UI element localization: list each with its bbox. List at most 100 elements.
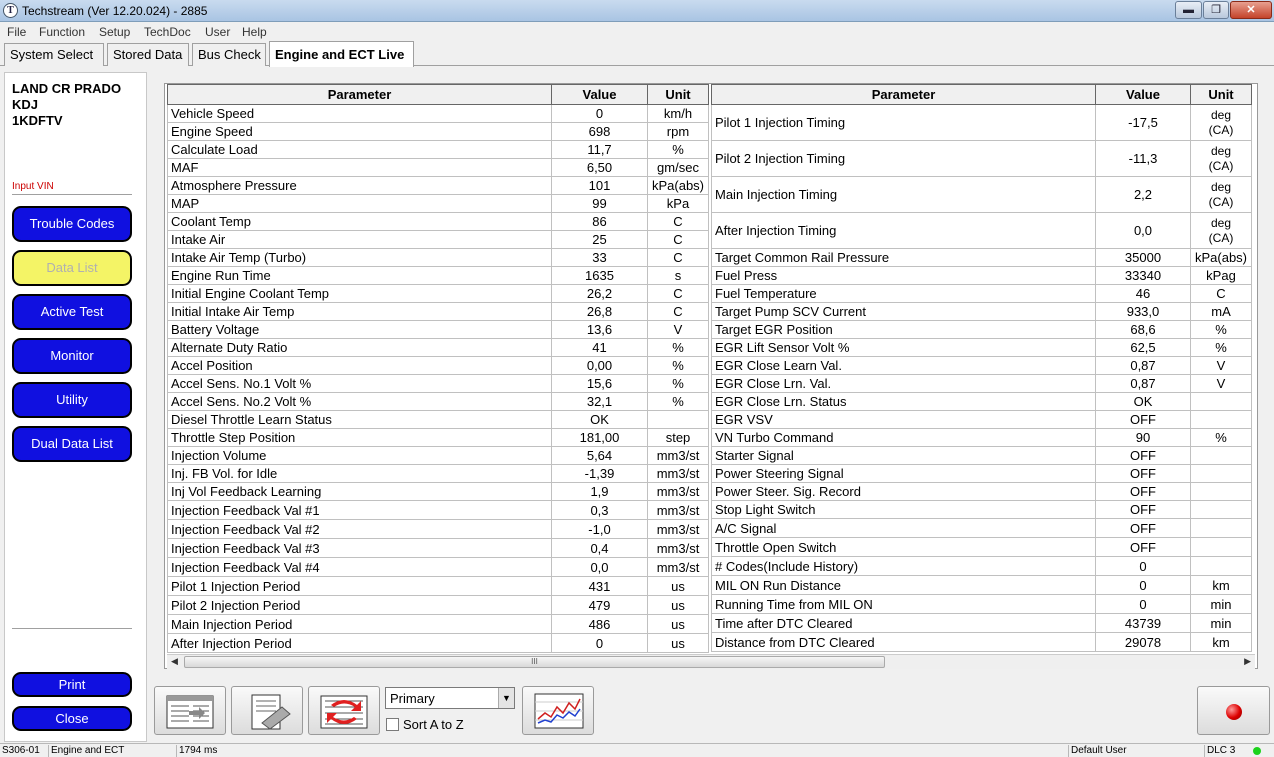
column-header-value[interactable]: Value (1095, 84, 1191, 105)
table-row[interactable]: Inj Vol Feedback Learning 1,9 mm3/st (167, 482, 709, 501)
table-row[interactable]: Battery Voltage 13,6 V (167, 320, 709, 339)
table-row[interactable]: Pilot 1 Injection Period 431 us (167, 576, 709, 596)
column-header-unit[interactable]: Unit (1190, 84, 1252, 105)
table-row[interactable]: Accel Position 0,00% (167, 356, 709, 375)
table-row[interactable]: Target Common Rail Pressure 35000 kPa(abs) (711, 248, 1252, 267)
table-row[interactable]: Main Injection Timing 2,2 deg (CA) (711, 176, 1252, 213)
table-row[interactable]: Diesel Throttle Learn Status OK (167, 410, 709, 429)
dual-data-list-button[interactable]: Dual Data List (12, 426, 132, 462)
table-row[interactable]: EGR VSV OFF (711, 410, 1252, 429)
menu-techdoc[interactable]: TechDoc (144, 25, 191, 39)
table-row[interactable]: Power Steering Signal OFF (711, 464, 1252, 483)
menu-help[interactable]: Help (242, 25, 267, 39)
table-row[interactable]: Injection Feedback Val #4 0,0 mm3/st (167, 557, 709, 577)
monitor-button[interactable]: Monitor (12, 338, 132, 374)
menu-file[interactable]: File (7, 25, 26, 39)
scroll-left-icon[interactable]: ◀ (171, 656, 178, 667)
tab-system-select[interactable]: System Select (4, 43, 104, 66)
table-row[interactable]: Inj. FB Vol. for Idle -1,39 mm3/st (167, 464, 709, 483)
table-row[interactable]: VN Turbo Command 90% (711, 428, 1252, 447)
table-row[interactable]: Engine Speed 698 rpm (167, 122, 709, 141)
table-row[interactable]: Time after DTC Cleared 43739 min (711, 613, 1252, 633)
table-row[interactable]: Initial Intake Air Temp 26,8 C (167, 302, 709, 321)
table-row[interactable]: Intake Air Temp (Turbo) 33 C (167, 248, 709, 267)
table-row[interactable]: Power Steer. Sig. Record OFF (711, 482, 1252, 501)
primary-select[interactable]: Primary ▼ (385, 687, 515, 709)
column-header-parameter[interactable]: Parameter (711, 84, 1096, 105)
table-row[interactable]: Accel Sens. No.2 Volt % 32,1% (167, 392, 709, 411)
table-row[interactable]: A/C Signal OFF (711, 518, 1252, 538)
table-row[interactable]: After Injection Timing 0,0 deg (CA) (711, 212, 1252, 249)
table-row[interactable]: Injection Feedback Val #2 -1,0 mm3/st (167, 519, 709, 539)
scrollbar-thumb[interactable]: III (184, 656, 885, 668)
snapshot-button[interactable] (231, 686, 303, 735)
table-row[interactable]: Pilot 2 Injection Timing -11,3 deg (CA) (711, 140, 1252, 177)
print-button[interactable]: Print (12, 672, 132, 697)
table-row[interactable]: Injection Feedback Val #1 0,3 mm3/st (167, 500, 709, 520)
data-list-button[interactable]: Data List (12, 250, 132, 286)
table-row[interactable]: MIL ON Run Distance 0 km (711, 575, 1252, 595)
list-select-button[interactable] (154, 686, 226, 735)
table-row[interactable]: # Codes(Include History) 0 (711, 556, 1252, 576)
maximize-button[interactable]: ❐ (1203, 1, 1229, 19)
utility-button[interactable]: Utility (12, 382, 132, 418)
table-row[interactable]: Fuel Temperature 46 C (711, 284, 1252, 303)
input-vin-link[interactable]: Input VIN (12, 181, 54, 192)
menu-setup[interactable]: Setup (99, 25, 130, 39)
close-button[interactable]: Close (12, 706, 132, 731)
table-row[interactable]: Distance from DTC Cleared 29078 km (711, 632, 1252, 652)
tab-engine-and-ect-live[interactable]: Engine and ECT Live (269, 41, 414, 67)
table-row[interactable]: Alternate Duty Ratio 41% (167, 338, 709, 357)
table-row[interactable]: Stop Light Switch OFF (711, 500, 1252, 519)
active-test-button[interactable]: Active Test (12, 294, 132, 330)
table-row[interactable]: Target Pump SCV Current 933,0 mA (711, 302, 1252, 321)
menu-user[interactable]: User (205, 25, 230, 39)
table-row[interactable]: Fuel Press 33340 kPag (711, 266, 1252, 285)
swap-list-button[interactable] (308, 686, 380, 735)
table-row[interactable]: Calculate Load 11,7% (167, 140, 709, 159)
table-row[interactable]: Throttle Open Switch OFF (711, 537, 1252, 557)
table-row[interactable]: EGR Lift Sensor Volt % 62,5% (711, 338, 1252, 357)
table-row[interactable]: Pilot 1 Injection Timing -17,5 deg (CA) (711, 104, 1252, 141)
unit-cell (1190, 556, 1252, 576)
table-row[interactable]: Target EGR Position 68,6% (711, 320, 1252, 339)
table-row[interactable]: MAP 99 kPa (167, 194, 709, 213)
horizontal-scrollbar[interactable]: ◀ III ▶ (167, 654, 1255, 669)
menu-function[interactable]: Function (39, 25, 85, 39)
trouble-codes-button[interactable]: Trouble Codes (12, 206, 132, 242)
table-row[interactable]: Running Time from MIL ON 0 min (711, 594, 1252, 614)
table-row[interactable]: Injection Feedback Val #3 0,4 mm3/st (167, 538, 709, 558)
graph-button[interactable] (522, 686, 594, 735)
table-row[interactable]: Accel Sens. No.1 Volt % 15,6% (167, 374, 709, 393)
table-row[interactable]: EGR Close Lrn. Status OK (711, 392, 1252, 411)
chevron-down-icon[interactable]: ▼ (498, 688, 514, 708)
sort-a-to-z-checkbox[interactable] (386, 718, 399, 731)
parameter-cell: MAF (167, 158, 552, 177)
table-row[interactable]: Initial Engine Coolant Temp 26,2 C (167, 284, 709, 303)
table-row[interactable]: After Injection Period 0 us (167, 633, 709, 653)
table-row[interactable]: Throttle Step Position 181,00 step (167, 428, 709, 447)
tab-bus-check[interactable]: Bus Check (192, 43, 266, 66)
table-row[interactable]: Atmosphere Pressure 101 kPa(abs) (167, 176, 709, 195)
tab-stored-data[interactable]: Stored Data (107, 43, 189, 66)
table-row[interactable]: Vehicle Speed 0 km/h (167, 104, 709, 123)
minimize-button[interactable]: ▬ (1175, 1, 1202, 19)
table-row[interactable]: EGR Close Lrn. Val. 0,87 V (711, 374, 1252, 393)
table-row[interactable]: EGR Close Learn Val. 0,87 V (711, 356, 1252, 375)
table-row[interactable]: Main Injection Period 486 us (167, 614, 709, 634)
unit-line: deg (1210, 215, 1232, 230)
record-button[interactable] (1197, 686, 1270, 735)
column-header-unit[interactable]: Unit (647, 84, 709, 105)
scroll-right-icon[interactable]: ▶ (1244, 656, 1251, 667)
table-row[interactable]: Engine Run Time 1635 s (167, 266, 709, 285)
table-row[interactable]: Pilot 2 Injection Period 479 us (167, 595, 709, 615)
table-row[interactable]: Starter Signal OFF (711, 446, 1252, 465)
close-window-button[interactable]: ✕ (1230, 1, 1272, 19)
table-row[interactable]: Intake Air 25 C (167, 230, 709, 249)
table-row[interactable]: Coolant Temp 86 C (167, 212, 709, 231)
table-row[interactable]: MAF 6,50 gm/sec (167, 158, 709, 177)
column-header-parameter[interactable]: Parameter (167, 84, 552, 105)
table-row[interactable]: Injection Volume 5,64 mm3/st (167, 446, 709, 465)
value-cell: 2,2 (1095, 176, 1191, 213)
column-header-value[interactable]: Value (551, 84, 648, 105)
